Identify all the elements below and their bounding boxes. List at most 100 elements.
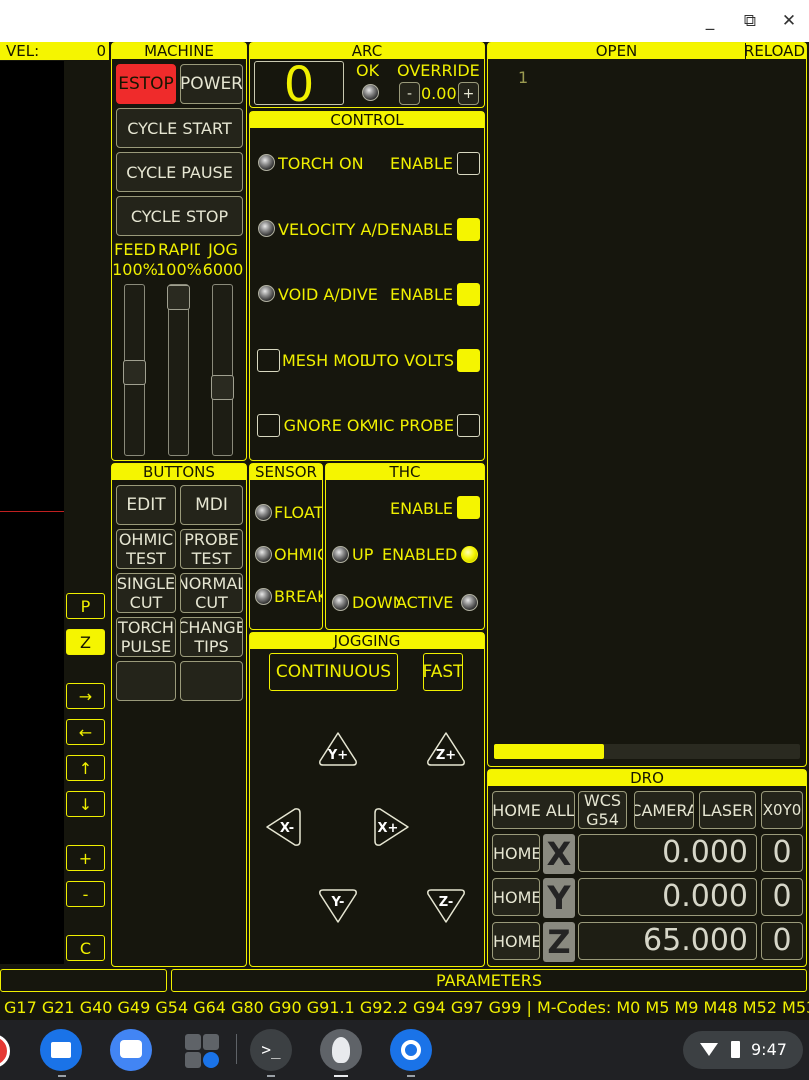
linux-app-icon[interactable] [320,1029,362,1071]
gcode-panel: OPEN RELOAD 1 [487,42,807,767]
pan-up-button[interactable]: ↑ [66,755,105,781]
ohmic-test-button[interactable]: OHMIC TEST [116,529,176,569]
clock-text: 9:47 [751,1040,787,1059]
clear-preview-button[interactable]: C [66,935,105,961]
probe-test-line2: TEST [191,549,232,568]
jog-x-minus-button[interactable]: X- [265,807,303,847]
zoom-out-button[interactable]: - [66,881,105,907]
thc-active-led [461,594,478,611]
single-cut-line2: CUT [129,593,163,612]
rapid-slider-handle[interactable] [167,285,190,310]
terminal-app-icon[interactable]: >_ [250,1029,292,1071]
user-button-empty-1[interactable] [116,661,176,701]
torch-enable-checkbox[interactable] [457,152,480,175]
jog-z-minus-button[interactable]: Z- [426,888,466,924]
reload-button[interactable]: RELOAD [746,43,806,59]
feed-slider[interactable] [123,284,146,456]
jog-x-minus-label: X- [280,821,294,836]
view-z-button[interactable]: Z [66,629,105,655]
jog-fast-button[interactable]: FAST [423,653,463,691]
cycle-pause-button[interactable]: CYCLE PAUSE [116,152,243,192]
rapid-slider[interactable] [167,284,190,456]
wcs-button[interactable]: WCS G54 [578,791,627,829]
probe-test-button[interactable]: PROBE TEST [180,529,243,569]
estop-button[interactable]: ESTOP [116,64,176,104]
calc-key-4 [203,1052,219,1068]
battery-icon [731,1041,740,1058]
y-zero-button[interactable]: 0 [761,878,803,916]
velocity-enable-checkbox[interactable] [457,218,480,241]
float-label: FLOAT [274,503,322,522]
feed-slider-handle[interactable] [123,360,146,386]
close-button[interactable]: ✕ [774,6,804,36]
jog-value: 6000 [202,260,244,279]
arc-voltage-display: 0 [254,61,344,109]
override-minus-button[interactable]: - [399,82,420,105]
main-tab[interactable] [0,969,167,992]
messages-app-icon[interactable] [110,1029,152,1071]
jogging-panel: JOGGING CONTINUOUS FAST Y+ Z+ X- X+ Y- Z… [249,632,485,967]
parameters-tab[interactable]: PARAMETERS [171,969,807,992]
gcode-line-number: 1 [518,68,529,87]
jog-slider[interactable] [211,284,234,456]
jog-y-plus-button[interactable]: Y+ [318,731,358,767]
pan-down-button[interactable]: ↓ [66,791,105,817]
thc-enabled-led [461,546,478,563]
jog-x-plus-button[interactable]: X+ [372,807,410,847]
edit-button[interactable]: EDIT [116,485,176,525]
home-all-button[interactable]: HOME ALL [492,791,575,829]
x-zero-button[interactable]: 0 [761,834,803,872]
vel-label: VEL: [6,42,40,60]
jog-y-minus-button[interactable]: Y- [318,888,358,924]
override-plus-button[interactable]: + [458,82,479,105]
mdi-button[interactable]: MDI [180,485,243,525]
home-z-button[interactable]: HOME [492,922,540,960]
minimize-button[interactable]: _ [695,6,725,36]
sensor-panel: SENSOR FLOAT OHMIC BREAK [249,463,323,630]
home-y-button[interactable]: HOME [492,878,540,916]
camera-button[interactable]: CAMERA [634,791,694,829]
folder-glyph [51,1042,71,1058]
preview-canvas[interactable] [0,61,64,964]
user-button-empty-2[interactable] [180,661,243,701]
settings-app-icon[interactable] [390,1029,432,1071]
jog-z-minus-label: Z- [439,895,454,910]
cycle-stop-button[interactable]: CYCLE STOP [116,196,243,236]
jog-z-plus-button[interactable]: Z+ [426,731,466,767]
x0y0-button[interactable]: X0Y0 [761,791,803,829]
single-cut-button[interactable]: SINGLE CUT [116,573,176,613]
jogging-title: JOGGING [250,633,484,649]
open-button[interactable]: OPEN [488,43,746,60]
zoom-in-button[interactable]: + [66,845,105,871]
calc-key-2 [203,1034,219,1050]
home-x-button[interactable]: HOME [492,834,540,872]
dro-panel: DRO HOME ALL WCSG54 CAMERA LASER X0Y0 HO… [487,769,807,967]
change-tips-line1: CHANGE [180,618,243,637]
jog-slider-handle[interactable] [211,374,234,400]
pan-left-button[interactable]: ← [66,719,105,745]
z-zero-button[interactable]: 0 [761,922,803,960]
ignore-ok-checkbox[interactable] [257,414,280,437]
calculator-app-icon[interactable] [180,1029,222,1071]
thc-enable-checkbox[interactable] [457,496,480,519]
laser-button[interactable]: LASER [699,791,756,829]
mesh-mode-checkbox[interactable] [257,349,280,372]
ohmic-probe-checkbox[interactable] [457,414,480,437]
pan-right-button[interactable]: → [66,683,105,709]
normal-cut-button[interactable]: NORMAL CUT [180,573,243,613]
torch-pulse-button[interactable]: TORCH PULSE [116,617,176,657]
jog-continuous-button[interactable]: CONTINUOUS [269,653,398,691]
status-tray[interactable]: 9:47 [683,1031,803,1069]
app-red-icon[interactable] [0,1034,10,1068]
maximize-button[interactable]: ⧉ [735,6,765,36]
thc-title: THC [326,464,484,480]
files-app-icon[interactable] [40,1029,82,1071]
void-enable-checkbox[interactable] [457,283,480,306]
sensor-title: SENSOR [250,464,322,480]
change-tips-button[interactable]: CHANGE TIPS [180,617,243,657]
view-buttons-column: P Z → ← ↑ ↓ + - C [64,61,108,964]
power-button[interactable]: POWER [180,64,243,104]
cycle-start-button[interactable]: CYCLE START [116,108,243,148]
auto-volts-checkbox[interactable] [457,349,480,372]
view-p-button[interactable]: P [66,593,105,619]
